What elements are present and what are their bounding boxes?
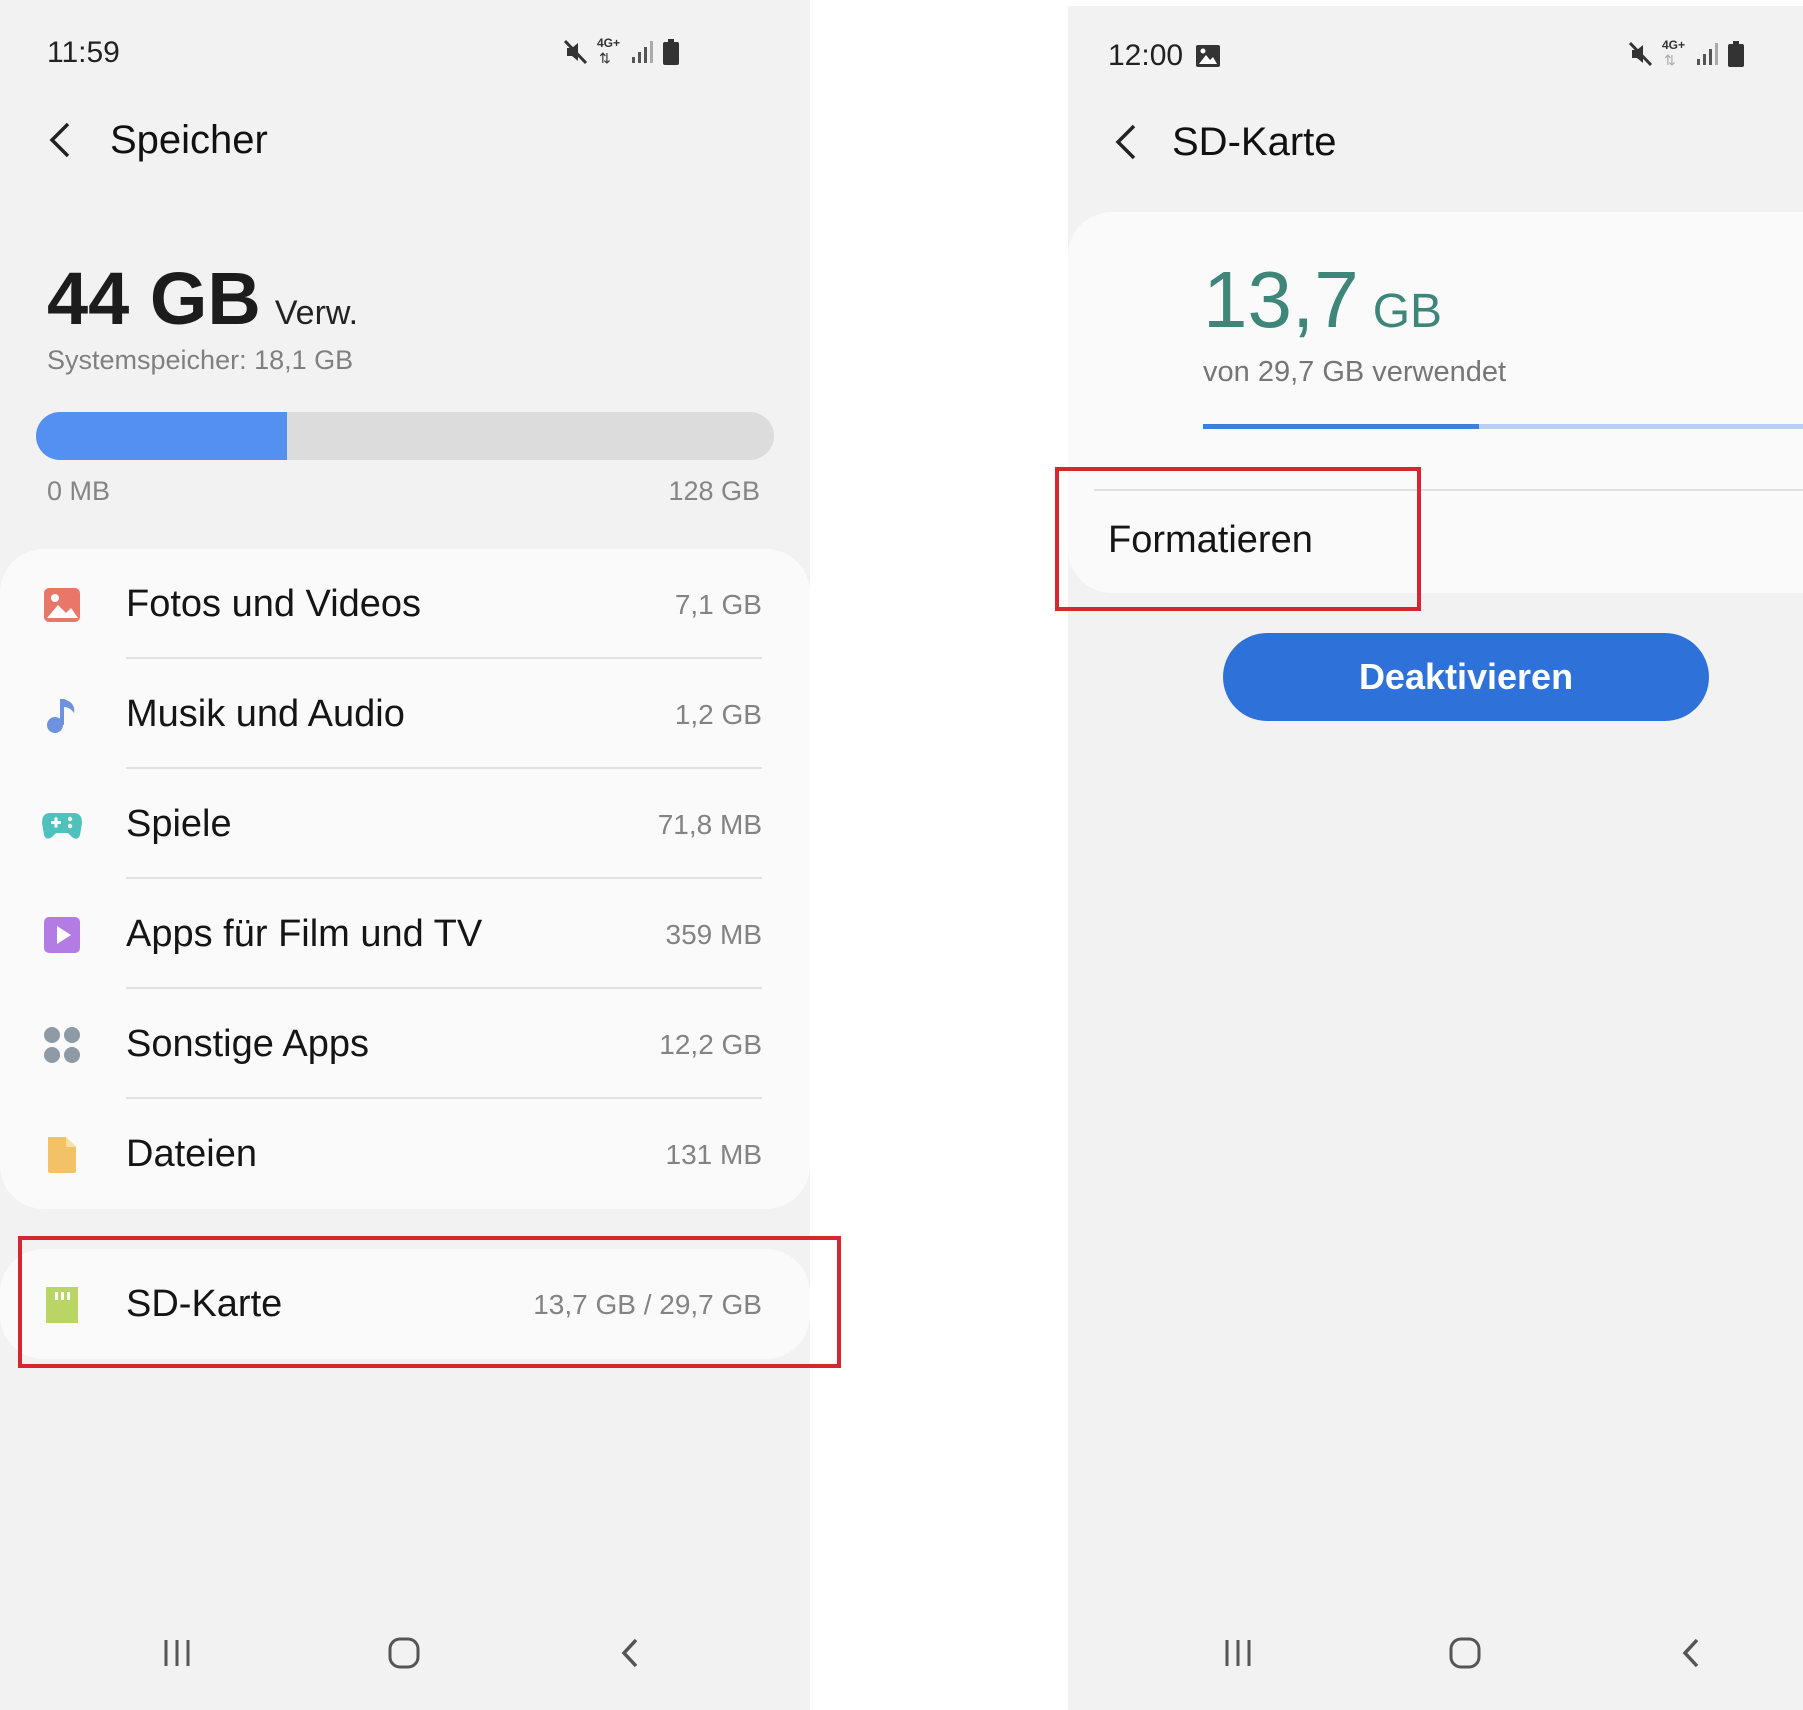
list-item-label: Musik und Audio bbox=[126, 693, 405, 735]
used-amount: 44 GB bbox=[47, 257, 261, 340]
signal-icon bbox=[1697, 43, 1718, 65]
list-item-label: Fotos und Videos bbox=[126, 583, 422, 625]
list-item-photos[interactable]: Fotos und Videos 7,1 GB bbox=[0, 549, 810, 659]
back-icon[interactable] bbox=[1667, 1628, 1717, 1678]
status-time: 11:59 bbox=[47, 36, 120, 69]
list-item-files[interactable]: Dateien 131 MB bbox=[0, 1099, 810, 1209]
signal-icon bbox=[632, 41, 653, 63]
list-item-games[interactable]: Spiele 71,8 MB bbox=[0, 769, 810, 879]
sd-usage-bar bbox=[1203, 424, 1803, 429]
navigation-bar bbox=[0, 1600, 810, 1710]
category-list: Fotos und Videos 7,1 GB Musik und Audio … bbox=[0, 549, 810, 1209]
recent-apps-icon[interactable] bbox=[1213, 1628, 1263, 1678]
file-icon bbox=[48, 1137, 76, 1173]
page-title: SD-Karte bbox=[1172, 120, 1337, 164]
sd-used-amount: 13,7 GB bbox=[1203, 254, 1442, 346]
recent-apps-icon[interactable] bbox=[152, 1628, 202, 1678]
list-item-film-tv[interactable]: Apps für Film und TV 359 MB bbox=[0, 879, 810, 989]
list-item-value: 71,8 MB bbox=[657, 809, 762, 840]
apps-grid-icon bbox=[44, 1027, 80, 1063]
list-item-label: Spiele bbox=[126, 803, 232, 845]
play-icon bbox=[44, 917, 80, 953]
storage-screen: 11:59 4G+ ⇅ Speicher 44 GB Verw. Systems… bbox=[0, 0, 810, 1710]
battery-icon bbox=[663, 39, 679, 65]
back-icon[interactable] bbox=[606, 1628, 656, 1678]
gamepad-icon bbox=[42, 813, 82, 839]
system-memory-label: Systemspeicher: 18,1 GB bbox=[47, 345, 354, 375]
home-icon[interactable] bbox=[1440, 1628, 1490, 1678]
music-note-icon bbox=[47, 699, 75, 733]
network-4g-icon: 4G+ ⇅ bbox=[597, 36, 621, 66]
page-title: Speicher bbox=[110, 118, 268, 162]
list-item-value: 7,1 GB bbox=[674, 589, 762, 620]
sd-card-screen: 12:00 4G+ ⇅ SD-Karte 13,7 GB von 29,7 GB… bbox=[1068, 6, 1803, 1710]
status-icons: 4G+ ⇅ bbox=[563, 36, 679, 66]
list-item-label: Apps für Film und TV bbox=[126, 913, 483, 955]
sd-used-unit: GB bbox=[1372, 285, 1443, 338]
bar-min-label: 0 MB bbox=[47, 476, 111, 506]
sd-usage-bar-fill bbox=[1203, 424, 1479, 429]
image-notification-icon bbox=[1196, 45, 1221, 67]
storage-bar bbox=[36, 412, 774, 460]
status-icons: 4G+ ⇅ bbox=[1628, 38, 1744, 68]
photo-icon bbox=[44, 588, 80, 622]
home-icon[interactable] bbox=[379, 1628, 429, 1678]
status-time: 12:00 bbox=[1108, 39, 1184, 72]
highlight-sd-card bbox=[18, 1236, 841, 1368]
list-item-other-apps[interactable]: Sonstige Apps 12,2 GB bbox=[0, 989, 810, 1099]
bar-max-label: 128 GB bbox=[668, 476, 760, 506]
status-left: 12:00 bbox=[1108, 39, 1221, 73]
list-item-value: 12,2 GB bbox=[659, 1029, 762, 1060]
list-item-label: Sonstige Apps bbox=[126, 1023, 369, 1065]
battery-icon bbox=[1728, 41, 1744, 67]
back-chevron-icon[interactable] bbox=[42, 120, 82, 160]
list-item-music[interactable]: Musik und Audio 1,2 GB bbox=[0, 659, 810, 769]
sd-usage-sub-label: von 29,7 GB verwendet bbox=[1203, 356, 1507, 388]
deactivate-button[interactable]: Deaktivieren bbox=[1223, 633, 1709, 721]
mute-icon bbox=[563, 39, 588, 65]
used-suffix: Verw. bbox=[274, 294, 359, 332]
list-item-value: 131 MB bbox=[665, 1139, 763, 1170]
used-summary: 44 GB Verw. bbox=[47, 256, 358, 341]
navigation-bar bbox=[1068, 1600, 1803, 1710]
list-item-value: 1,2 GB bbox=[674, 699, 762, 730]
list-item-value: 359 MB bbox=[665, 919, 763, 950]
storage-bar-fill bbox=[36, 412, 287, 460]
sd-used-value: 13,7 bbox=[1203, 255, 1359, 344]
highlight-format bbox=[1055, 467, 1421, 611]
mute-icon bbox=[1628, 41, 1653, 67]
list-item-label: Dateien bbox=[126, 1133, 257, 1175]
back-chevron-icon[interactable] bbox=[1108, 122, 1148, 162]
network-4g-icon: 4G+ ⇅ bbox=[1662, 38, 1686, 68]
